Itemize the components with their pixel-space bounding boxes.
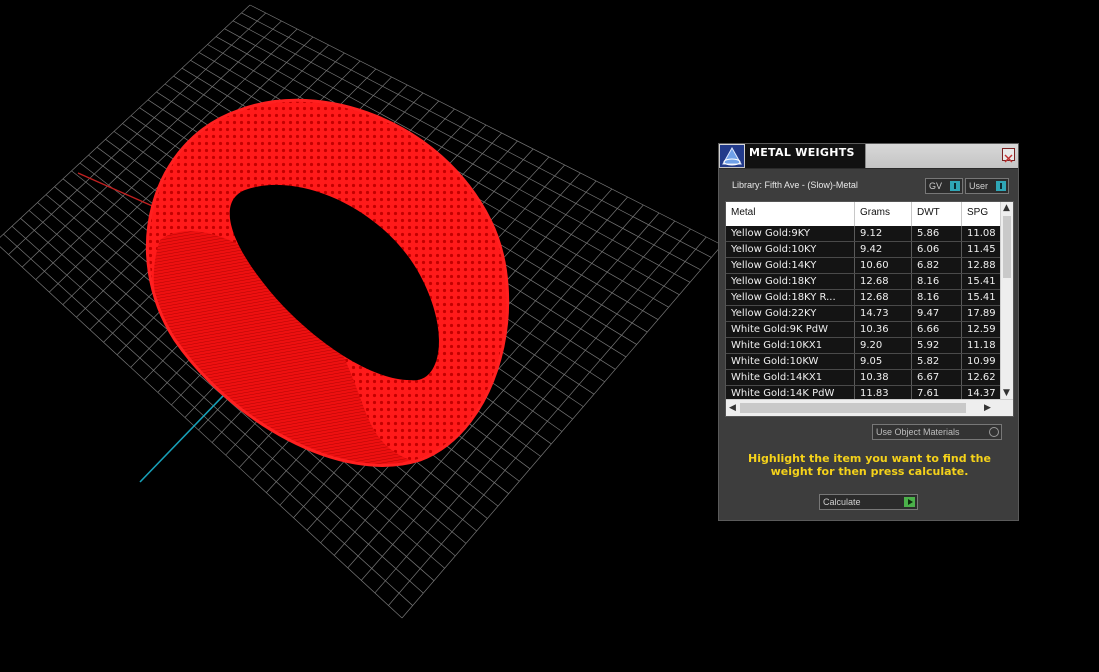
table-cell: White Gold:10KW	[726, 354, 855, 369]
metal-weights-panel: METAL WEIGHTS Library: Fifth Ave - (Slow…	[718, 143, 1019, 521]
user-toggle[interactable]: User	[965, 178, 1009, 194]
table-row[interactable]: White Gold:10KX1 9.20 5.92 11.18	[726, 338, 1012, 354]
table-cell: White Gold:9K PdW	[726, 322, 855, 337]
vertical-scroll-thumb[interactable]	[1003, 216, 1011, 278]
table-cell: 6.66	[912, 322, 962, 337]
table-row[interactable]: Yellow Gold:9KY 9.12 5.86 11.08	[726, 226, 1012, 242]
table-cell: 5.82	[912, 354, 962, 369]
table-cell: 9.47	[912, 306, 962, 321]
app-logo-icon	[720, 145, 744, 167]
close-button[interactable]	[1002, 148, 1015, 163]
table-cell: Yellow Gold:9KY	[726, 226, 855, 241]
column-header-grams[interactable]: Grams	[855, 202, 912, 226]
table-cell: 9.12	[855, 226, 912, 241]
table-cell: 9.05	[855, 354, 912, 369]
table-cell: 14.73	[855, 306, 912, 321]
table-body: Yellow Gold:9KY 9.12 5.86 11.08 Yellow Gold:…	[726, 226, 1012, 402]
table-row[interactable]: Yellow Gold:22KY 14.73 9.47 17.89	[726, 306, 1012, 322]
table-row[interactable]: White Gold:14KX1 10.38 6.67 12.62	[726, 370, 1012, 386]
instruction-text: Highlight the item you want to find the …	[748, 452, 991, 478]
table-row[interactable]: Yellow Gold:18KY R... 12.68 8.16 15.41	[726, 290, 1012, 306]
table-cell: 12.68	[855, 290, 912, 305]
table-cell: 5.86	[912, 226, 962, 241]
table-cell: 5.92	[912, 338, 962, 353]
table-cell: 6.06	[912, 242, 962, 257]
table-cell: Yellow Gold:18KY	[726, 274, 855, 289]
library-label: Library: Fifth Ave - (Slow)-Metal	[732, 180, 858, 190]
toggle-switch-icon	[996, 181, 1006, 191]
use-object-materials-checkbox[interactable]: Use Object Materials	[872, 424, 1002, 440]
calculate-label: Calculate	[823, 497, 861, 507]
ring-model[interactable]	[145, 98, 510, 467]
use-object-materials-label: Use Object Materials	[876, 427, 960, 437]
table-cell: 9.20	[855, 338, 912, 353]
panel-titlebar[interactable]: METAL WEIGHTS	[719, 144, 1018, 169]
table-row[interactable]: Yellow Gold:14KY 10.60 6.82 12.88	[726, 258, 1012, 274]
column-header-metal[interactable]: Metal	[726, 202, 855, 226]
gv-toggle-label: GV	[929, 181, 943, 191]
table-cell: 6.82	[912, 258, 962, 273]
table-cell: White Gold:14KX1	[726, 370, 855, 385]
table-cell: 10.38	[855, 370, 912, 385]
table-row[interactable]: White Gold:10KW 9.05 5.82 10.99	[726, 354, 1012, 370]
column-header-dwt[interactable]: DWT	[912, 202, 962, 226]
scroll-left-icon[interactable]: ◀	[729, 403, 736, 413]
scroll-down-icon[interactable]: ▼	[1003, 388, 1010, 398]
table-cell: 8.16	[912, 274, 962, 289]
table-row[interactable]: White Gold:9K PdW 10.36 6.66 12.59	[726, 322, 1012, 338]
panel-title: METAL WEIGHTS	[749, 146, 855, 159]
close-icon	[1004, 154, 1013, 163]
play-icon	[904, 497, 915, 507]
radio-icon	[989, 427, 999, 437]
table-cell: 6.67	[912, 370, 962, 385]
table-header: Metal Grams DWT SPG	[726, 202, 1012, 226]
toggle-switch-icon	[950, 181, 960, 191]
table-cell: Yellow Gold:22KY	[726, 306, 855, 321]
table-cell: 10.60	[855, 258, 912, 273]
vertical-scrollbar[interactable]: ▲ ▼	[1000, 202, 1013, 400]
table-cell: White Gold:10KX1	[726, 338, 855, 353]
table-cell: 12.68	[855, 274, 912, 289]
calculate-button[interactable]: Calculate	[819, 494, 918, 510]
table-cell: 8.16	[912, 290, 962, 305]
horizontal-scroll-thumb[interactable]	[740, 403, 966, 413]
table-cell: Yellow Gold:18KY R...	[726, 290, 855, 305]
metal-table[interactable]: Metal Grams DWT SPG Yellow Gold:9KY 9.12 5…	[725, 201, 1014, 417]
table-cell: 10.36	[855, 322, 912, 337]
gv-toggle[interactable]: GV	[925, 178, 963, 194]
scroll-up-icon[interactable]: ▲	[1003, 203, 1010, 213]
user-toggle-label: User	[969, 181, 989, 191]
table-row[interactable]: Yellow Gold:18KY 12.68 8.16 15.41	[726, 274, 1012, 290]
table-cell: Yellow Gold:10KY	[726, 242, 855, 257]
horizontal-scrollbar[interactable]: ◀ ▶	[726, 399, 1013, 416]
table-cell: 9.42	[855, 242, 912, 257]
table-cell: Yellow Gold:14KY	[726, 258, 855, 273]
scroll-right-icon[interactable]: ▶	[984, 403, 991, 413]
table-row[interactable]: Yellow Gold:10KY 9.42 6.06 11.45	[726, 242, 1012, 258]
